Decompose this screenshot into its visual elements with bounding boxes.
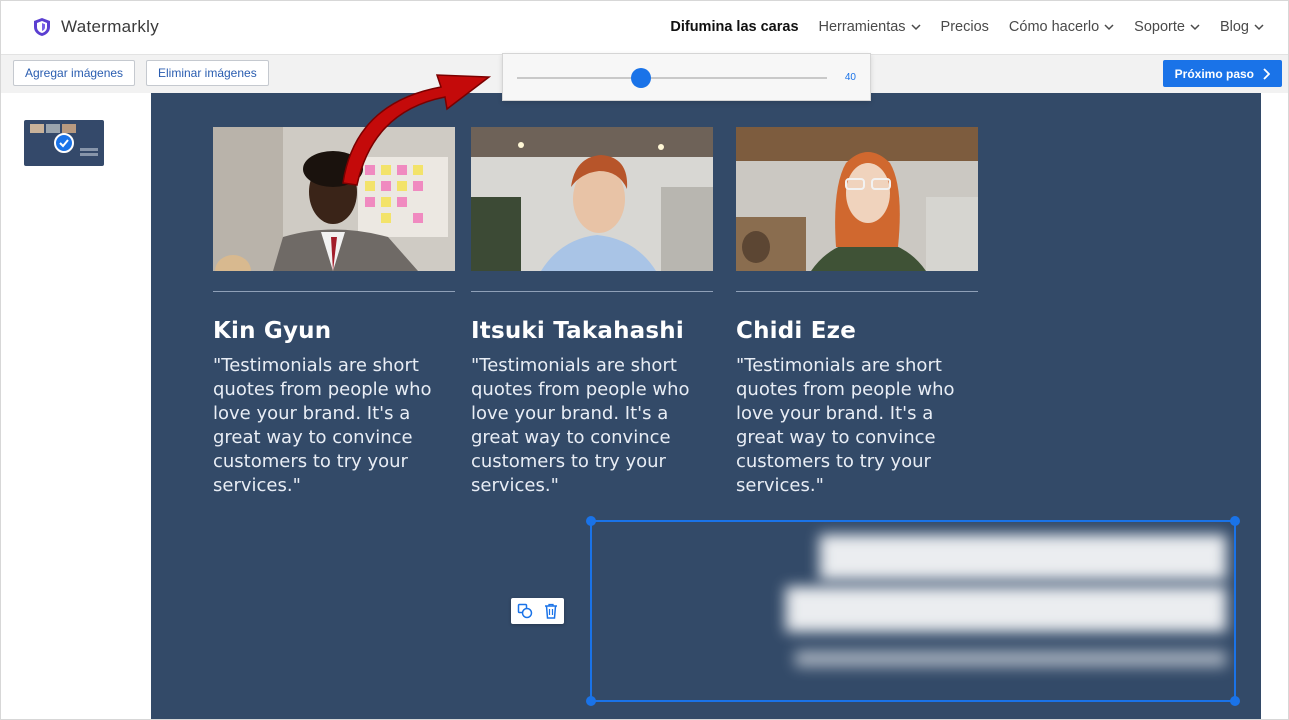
resize-handle-bottom-left[interactable] [586, 696, 596, 706]
nav-label: Blog [1219, 19, 1249, 35]
testimonial-quote: "Testimonials are short quotes from peop… [471, 355, 690, 496]
app-window: Watermarkly Difumina las caras Herramien… [0, 0, 1289, 720]
slider-handle[interactable] [631, 68, 651, 88]
top-navigation: Watermarkly Difumina las caras Herramien… [1, 1, 1288, 55]
nav-label: Difumina las caras [670, 19, 799, 35]
person-name: Itsuki Takahashi [471, 318, 684, 344]
chevron-right-icon [1263, 67, 1270, 80]
nav-label: Precios [940, 19, 989, 35]
blur-selection-box[interactable]: ▇▇▇▇▇▇▇▇▇▇▇▇ ▇▇▇▇▇▇▇▇▇▇▇▇▇ ▇▇▇▇▇▇▇▇▇▇▇▇▇… [586, 516, 1240, 706]
testimonial-card: Itsuki Takahashi "Testimonials are short… [471, 127, 713, 498]
next-step-label: Próximo paso [1174, 66, 1254, 81]
portrait-image [736, 127, 978, 271]
selected-check-icon [54, 133, 74, 153]
selection-tools [511, 598, 564, 624]
chevron-down-icon [911, 24, 921, 31]
nav-label: Soporte [1134, 19, 1185, 35]
blurred-heading-line: ▇▇▇▇▇▇▇▇▇▇▇▇▇ [786, 581, 1226, 632]
resize-handle-top-left[interactable] [586, 516, 596, 526]
resize-handle-top-right[interactable] [1230, 516, 1240, 526]
shield-logo-icon [34, 18, 50, 36]
chevron-down-icon [1254, 24, 1264, 31]
trash-icon[interactable] [544, 603, 558, 619]
testimonial-quote: "Testimonials are short quotes from peop… [213, 355, 432, 496]
main-nav: Difumina las caras Herramientas Precios … [670, 19, 1264, 35]
thumbnail-panel [1, 93, 151, 719]
next-step-button[interactable]: Próximo paso [1162, 60, 1282, 87]
canvas-margin [1261, 93, 1288, 719]
chevron-down-icon [1104, 24, 1114, 31]
logo[interactable]: Watermarkly [33, 17, 159, 37]
testimonial-quote: "Testimonials are short quotes from peop… [736, 355, 955, 496]
person-name: Kin Gyun [213, 318, 332, 344]
image-thumbnail[interactable] [24, 120, 104, 166]
slider-track[interactable] [517, 77, 827, 79]
nav-label: Herramientas [818, 19, 906, 35]
divider [471, 291, 713, 292]
slider-value: 40 [844, 72, 856, 83]
divider [736, 291, 978, 292]
divider [213, 291, 455, 292]
nav-item-prices[interactable]: Precios [941, 19, 989, 35]
person-photo [471, 127, 713, 271]
chevron-down-icon [1190, 24, 1200, 31]
remove-images-button[interactable]: Eliminar imágenes [146, 60, 269, 86]
nav-item-blog[interactable]: Blog [1220, 19, 1264, 35]
resize-handle-bottom-right[interactable] [1230, 696, 1240, 706]
annotation-arrow-icon [342, 74, 492, 186]
blurred-region: ▇▇▇▇▇▇▇▇▇▇▇▇ ▇▇▇▇▇▇▇▇▇▇▇▇▇ ▇▇▇▇▇▇▇▇▇▇▇▇▇… [592, 522, 1234, 700]
nav-item-how-to[interactable]: Cómo hacerlo [1009, 19, 1114, 35]
nav-label: Cómo hacerlo [1008, 19, 1100, 35]
blur-strength-popup: 40 [502, 53, 871, 101]
nav-item-blur-faces[interactable]: Difumina las caras [670, 19, 798, 35]
app-name: Watermarkly [61, 17, 160, 36]
nav-item-support[interactable]: Soporte [1134, 19, 1200, 35]
nav-item-tools[interactable]: Herramientas [819, 19, 921, 35]
add-images-button[interactable]: Agregar imágenes [13, 60, 136, 86]
blurred-subtitle-line: ▇▇▇▇▇▇▇▇▇▇▇▇▇▇▇▇▇▇▇▇▇▇▇▇▇▇▇▇▇▇▇▇▇▇▇ [795, 648, 1226, 667]
person-name: Chidi Eze [736, 318, 856, 344]
duplicate-icon[interactable] [517, 603, 533, 619]
testimonial-card: Chidi Eze "Testimonials are short quotes… [736, 127, 978, 498]
person-photo [736, 127, 978, 271]
portrait-image [471, 127, 713, 271]
blurred-heading-line: ▇▇▇▇▇▇▇▇▇▇▇▇ [819, 529, 1226, 580]
